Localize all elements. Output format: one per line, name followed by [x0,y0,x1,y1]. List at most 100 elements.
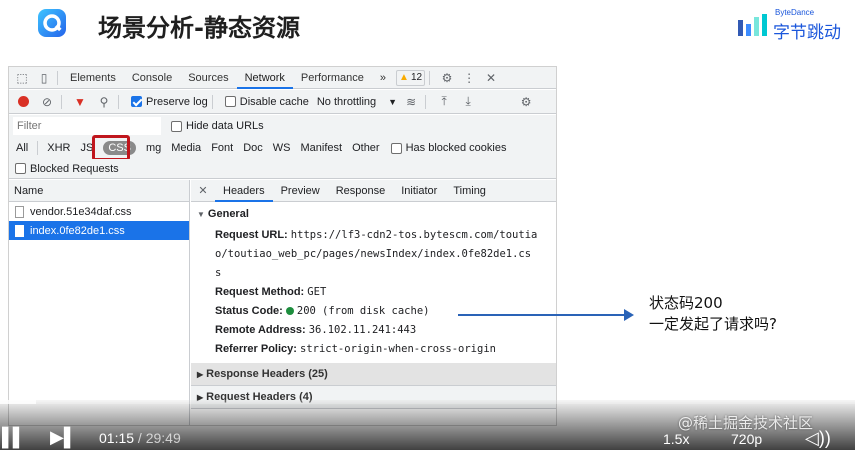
blocked-requests-checkbox[interactable]: Blocked Requests [15,163,119,175]
collapsed-triangle-icon: ▶ [197,370,204,379]
close-details-icon[interactable]: ✕ [191,184,215,197]
checkbox-icon [224,96,236,107]
type-font[interactable]: Font [206,142,238,154]
method-label: Request Method: [215,286,305,298]
tab-initiator[interactable]: Initiator [393,180,445,202]
divider [57,70,58,85]
app-logo-icon [38,9,66,37]
referrer-label: Referrer Policy: [215,343,297,355]
throttling-value: No throttling [316,95,377,108]
record-button[interactable] [13,92,33,112]
hide-data-urls-checkbox[interactable]: Hide data URLs [171,120,264,132]
speed-button[interactable]: 1.5x [663,431,689,447]
hide-data-urls-label: Hide data URLs [186,120,264,132]
type-manifest[interactable]: Manifest [296,142,348,154]
type-all[interactable]: All [11,142,33,154]
request-method-row: Request Method: GET [191,283,556,302]
quality-button[interactable]: 720p [731,431,762,447]
request-list: Name vendor.51e34daf.css index.0fe82de1.… [9,180,190,425]
devtools-panel: ⬚ ▯ Elements Console Sources Network Per… [8,66,557,426]
expanded-triangle-icon: ▼ [197,210,205,219]
status-note: (from disk cache) [322,305,430,317]
divider [429,70,431,85]
tab-network[interactable]: Network [236,67,293,89]
preserve-log-checkbox[interactable]: Preserve log [131,96,208,108]
bytedance-bars-icon [738,14,767,36]
slide-title: 场景分析-静态资源 [98,14,300,42]
preserve-log-label: Preserve log [146,95,208,108]
export-har-icon[interactable]: ⤓ [458,92,478,112]
record-icon [17,96,29,107]
tab-headers[interactable]: Headers [215,180,273,202]
request-row[interactable]: vendor.51e34daf.css [9,202,189,221]
clear-icon[interactable]: ⊘ [37,92,57,112]
request-url-value-1: https://lf3-cdn2-tos.bytescm.com/toutia [290,229,538,241]
duration: 29:49 [145,430,181,446]
network-conditions-icon[interactable]: ≋ [401,92,421,112]
more-tabs-button[interactable]: » [372,67,394,89]
watermark: @稀土掘金技术社区 [678,414,814,432]
network-settings-icon[interactable]: ⚙ [516,92,536,112]
filter-row: Hide data URLs [9,115,556,137]
more-menu-icon[interactable]: ⋮ [460,69,478,87]
throttling-select[interactable]: No throttling ▼ [317,96,397,108]
tab-elements[interactable]: Elements [62,67,124,89]
bytedance-logo: ByteDance 字节跳动 [737,8,855,44]
remote-value: 36.102.11.241:443 [308,324,417,336]
network-toolbar: ⊘ ▼ ⚲ Preserve log Disable cache No thro… [9,90,556,114]
name-column-header[interactable]: Name [9,180,189,202]
warning-badge[interactable]: ▲ 12 [396,69,426,86]
previous-icon[interactable]: ▌▌ [2,427,25,448]
settings-gear-icon[interactable]: ⚙ [438,69,456,87]
annotation-line-2: 一定发起了请求吗? [649,315,777,333]
inspect-element-icon[interactable]: ⬚ [13,69,31,87]
search-icon[interactable]: ⚲ [94,92,114,112]
warning-count: 12 [410,72,423,83]
play-next-icon[interactable]: ▶▌ [50,427,77,448]
request-name: vendor.51e34daf.css [30,205,132,218]
type-other[interactable]: Other [347,142,385,154]
type-img[interactable]: mg [141,142,166,154]
has-blocked-cookies-checkbox[interactable]: Has blocked cookies [390,142,507,154]
general-heading: General [207,208,249,220]
divider [61,94,62,109]
import-har-icon[interactable]: ⤒ [434,92,454,112]
disable-cache-label: Disable cache [239,95,309,108]
has-blocked-cookies-label: Has blocked cookies [405,142,507,154]
response-headers-section[interactable]: ▶ Response Headers (25) [191,363,556,386]
request-row-selected[interactable]: index.0fe82de1.css [9,221,189,240]
filter-input[interactable] [13,117,161,135]
tab-console[interactable]: Console [124,67,180,89]
slide-header: 场景分析-静态资源 ByteDance 字节跳动 [0,0,855,55]
checkbox-checked-icon [131,96,142,107]
divider [37,141,39,155]
tab-performance[interactable]: Performance [293,67,372,89]
status-ok-dot-icon [285,307,294,316]
device-toolbar-icon[interactable]: ▯ [35,69,53,87]
checkbox-icon [171,120,182,132]
checkbox-icon [15,163,26,174]
disable-cache-checkbox[interactable]: Disable cache [224,95,309,108]
type-xhr[interactable]: XHR [42,142,75,154]
request-url-value-2: o/toutiao_web_pc/pages/newsIndex/index.0… [215,248,532,260]
checkbox-icon [390,142,402,154]
time-separator: / [134,430,146,446]
annotation-line-1: 状态码200 [649,294,723,312]
devtools-tabbar: ⬚ ▯ Elements Console Sources Network Per… [9,67,556,89]
request-url-row: Request URL: https://lf3-cdn2-tos.bytesc… [191,226,556,283]
progress-bar[interactable] [0,400,855,404]
tab-preview[interactable]: Preview [273,180,328,202]
type-media[interactable]: Media [166,142,206,154]
divider [211,94,213,109]
tab-timing[interactable]: Timing [445,180,494,202]
close-icon[interactable]: ✕ [482,69,500,87]
type-doc[interactable]: Doc [238,142,268,154]
tab-sources[interactable]: Sources [180,67,236,89]
general-section-header[interactable]: ▼ General [191,202,556,226]
annotation-text: 状态码200 一定发起了请求吗? [649,293,777,335]
filter-funnel-icon[interactable]: ▼ [70,92,90,112]
status-code-row: Status Code: 200 (from disk cache) [191,302,556,321]
tab-response[interactable]: Response [328,180,394,202]
type-ws[interactable]: WS [268,142,296,154]
status-value: 200 [296,305,316,317]
